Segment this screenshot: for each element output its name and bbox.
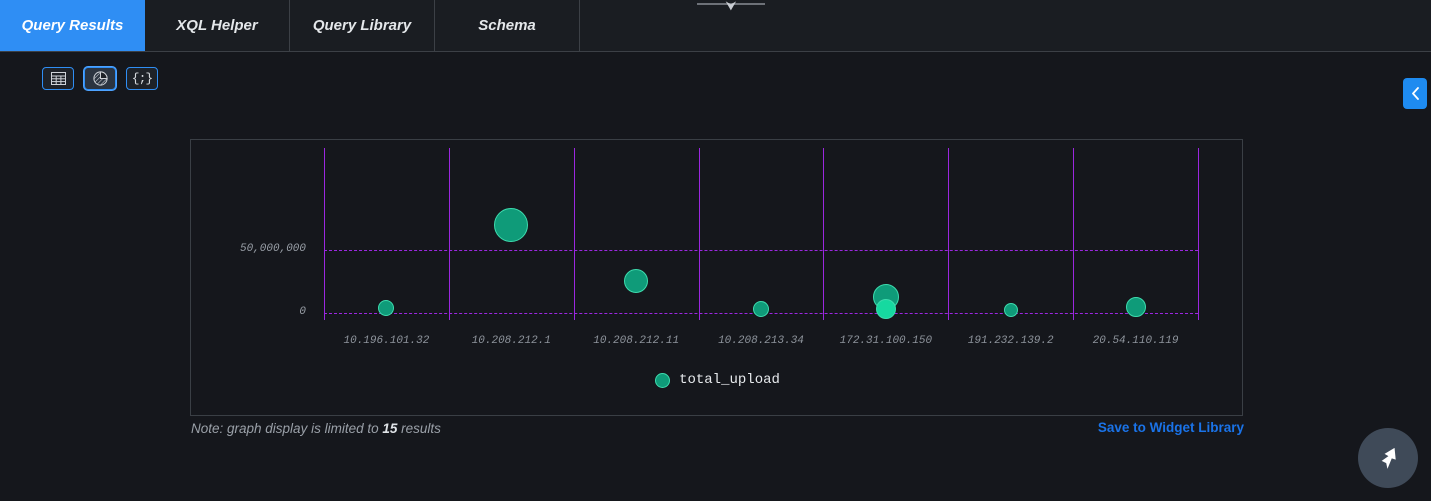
chart-bubble[interactable] [1125,297,1146,318]
chart-vertical-gridline [1073,148,1075,320]
chart-view-button[interactable] [84,67,116,90]
view-mode-toolbar: {;} [42,67,158,90]
chart-vertical-gridline [823,148,825,320]
save-to-widget-library-link[interactable]: Save to Widget Library [1098,420,1244,435]
chart-x-axis-label: 10.208.212.1 [471,335,551,347]
json-view-button[interactable]: {;} [126,67,158,90]
chart-legend: total_upload [191,372,1244,388]
chart-x-axis-label: 10.208.213.34 [718,335,804,347]
chart-x-axis-label: 172.31.100.150 [839,335,933,347]
chart-panel: 50,000,000 0 10.196.101.32 10.208.212.1 10.2… [190,139,1243,416]
chart-y-axis-label: 50,000,000 [239,243,306,256]
table-icon [50,72,66,85]
chart-y-axis-label: 0 [299,306,306,318]
chart-bubble[interactable] [494,208,529,242]
query-results-panel: ⮟ Query Results XQL Helper Query Library… [0,0,1431,501]
chart-vertical-gridline [573,148,575,320]
note-prefix: Note: graph display is limited to [191,421,383,436]
chart-bubble[interactable] [875,299,896,320]
chart-vertical-gridline [948,148,950,320]
tab-xql-helper[interactable]: XQL Helper [145,0,290,51]
drag-down-arrow-icon: ⮟ [725,0,737,13]
pie-chart-icon [92,71,108,86]
note-count: 15 [382,421,398,436]
chart-x-axis-label: 20.54.110.119 [1092,335,1179,347]
assistant-fab-button[interactable] [1358,428,1418,488]
tab-query-library[interactable]: Query Library [290,0,435,51]
collapse-side-panel-button[interactable] [1403,78,1427,109]
chevron-left-icon [1411,87,1420,100]
json-braces-icon: {;} [131,71,153,86]
chart-horizontal-gridline [324,250,1198,252]
chart-vertical-gridline [324,148,325,320]
legend-label-total-upload: total_upload [679,372,780,388]
chart-x-axis-label: 10.196.101.32 [343,335,430,347]
tab-query-results-label: Query Results [21,17,124,34]
panel-resize-handle[interactable]: ⮟ [697,0,765,12]
tab-schema[interactable]: Schema [435,0,580,51]
legend-marker-total-upload [655,372,671,388]
results-limit-note: Note: graph display is limited to 15 res… [191,421,441,436]
tab-query-library-label: Query Library [312,17,412,34]
chart-vertical-gridline [698,148,700,320]
chart-bubble[interactable] [624,268,649,293]
chart-bubble[interactable] [378,299,395,316]
chart-x-axis-label: 191.232.139.2 [967,335,1054,347]
chart-bubble[interactable] [1003,303,1018,318]
chart-vertical-gridline [1198,148,1199,320]
cursor-arrow-icon [1375,445,1401,471]
table-view-button[interactable] [42,67,74,90]
tab-query-results[interactable]: Query Results [0,0,145,51]
chart-bubble[interactable] [753,301,769,318]
chart-x-axis-label: 10.208.212.11 [593,335,680,347]
chart-vertical-gridline [448,148,450,320]
tab-xql-helper-label: XQL Helper [176,17,258,34]
note-suffix: results [397,421,441,436]
tab-schema-label: Schema [478,17,536,34]
